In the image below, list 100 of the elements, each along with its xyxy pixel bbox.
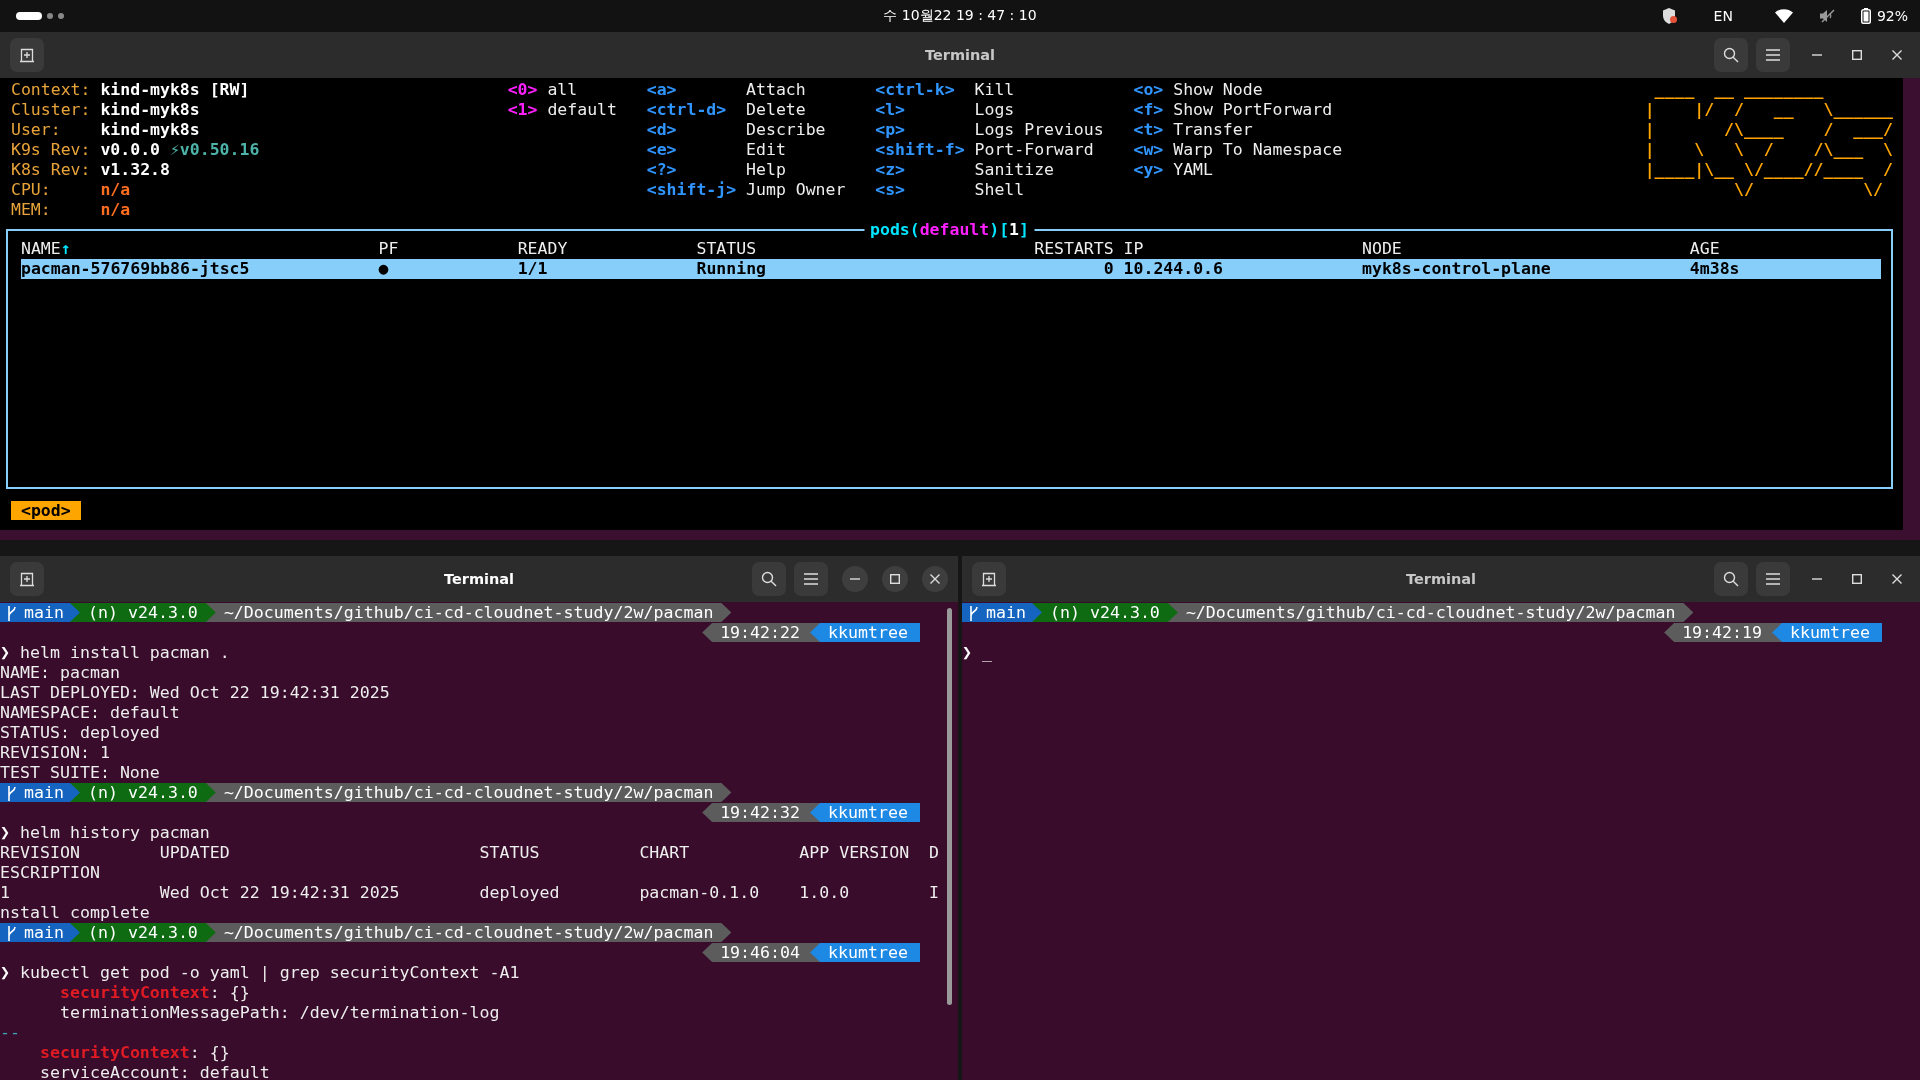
new-tab-icon [981,571,997,587]
close-button[interactable] [922,566,948,592]
table-cell-text: myk8s-control-plane [1362,259,1552,279]
input-source[interactable]: EN [1713,8,1733,24]
user-segment: kkumtree [1772,623,1882,642]
window-title: Terminal [1405,571,1477,587]
hint-action: Transfer [1173,120,1253,140]
search-button[interactable] [1714,562,1748,596]
output-line: STATUS: deployed [0,723,161,743]
battery-icon[interactable] [1860,8,1871,24]
key-hint: <w> [1133,140,1165,160]
maximize-icon [1852,574,1862,584]
output-line: terminationMessagePath: /dev/termination-log [58,1003,501,1023]
new-tab-button[interactable] [10,562,44,596]
column-header[interactable]: RESTARTS [1024,239,1124,259]
table-cell-text: 1/1 [517,259,549,279]
time-segment: 19:46:04 [702,943,821,962]
hint-action: Shell [974,180,1026,200]
scrollbar[interactable] [947,608,952,1005]
cursor: _ [982,643,992,662]
output-line: securityContext: {} [38,1043,231,1063]
namespace-name: all [547,80,578,100]
menu-button[interactable] [794,562,828,596]
hint-action: Help [746,160,787,180]
column-header[interactable]: AGE [1689,239,1881,259]
search-button[interactable] [752,562,786,596]
new-tab-button[interactable] [972,562,1006,596]
speaker-muted-icon[interactable] [1818,8,1835,24]
breadcrumb[interactable]: <pod> [11,501,81,520]
key-hint: <a> [646,80,678,100]
maximize-button[interactable] [882,566,908,592]
info-label: K9s Rev: [11,140,92,160]
output-line: ESCRIPTION [0,863,101,883]
column-header[interactable]: READY [517,239,697,259]
branch-icon [6,784,16,801]
column-header[interactable]: STATUS [696,239,1025,259]
info-label: MEM: [11,200,52,220]
branch-icon [6,924,16,941]
info-value: n/a [100,200,131,220]
info-label: Context: [11,80,92,100]
branch-name: main [24,922,64,943]
menu-icon [804,573,818,585]
time-segment: 19:42:19 [1664,623,1783,642]
command-text: helm history pacman [20,823,210,842]
column-header[interactable]: IP [1123,239,1362,259]
info-label: Cluster: [11,100,92,120]
key-hint: <p> [875,120,906,140]
user-segment: kkumtree [810,623,920,642]
namespace-key: <1> [507,100,548,120]
key-hint: <y> [1133,160,1165,180]
column-header[interactable]: NODE [1362,239,1690,259]
workspace-indicator-icon[interactable] [16,12,64,20]
branch-name: main [24,602,64,623]
user-segment: kkumtree [810,943,920,962]
shield-icon[interactable] [1661,7,1678,25]
branch-icon [6,604,16,621]
key-hint: <shift-f> [875,140,966,160]
new-tab-button[interactable] [10,38,44,72]
runtime-segment: (n) v24.3.0 [69,923,216,942]
minimize-button[interactable] [842,566,868,592]
prompt-symbol: ❯ [0,823,10,842]
user-segment: kkumtree [810,803,920,822]
key-hint: <?> [646,160,678,180]
window-title: Terminal [924,47,996,63]
info-label: CPU: [11,180,52,200]
namespace-name: default [547,100,617,120]
table-cell-text: Running [696,259,767,279]
hint-action: Show Node [1173,80,1263,100]
output-line: 1 Wed Oct 22 19:42:31 2025 deployed pacman-0.1.0 1.0.0 I [0,883,941,903]
column-header[interactable]: NAME↑ [21,239,379,259]
hint-action: Edit [746,140,787,160]
time-segment: 19:42:32 [702,803,821,822]
path-segment: ~/Documents/github/ci-cd-cloudnet-study/2w/pacman [205,603,732,622]
hint-action: Jump Owner [746,180,847,200]
table-row[interactable]: pacman-576769bb86-jtsc5 ● 1/1 Running 0 10.244.0.6 myk8s-control-plane 4m38s [21,259,1881,279]
hint-action: YAML [1173,160,1213,180]
table-cell-text: 4m38s [1689,259,1741,279]
hint-action: Attach [746,80,807,100]
window-title: Terminal [443,571,515,587]
clock[interactable]: 수 10월22 19 : 47 : 10 [883,7,1037,25]
wifi-icon[interactable] [1774,9,1793,23]
search-button[interactable] [1714,38,1748,72]
menu-button[interactable] [1756,562,1790,596]
menu-button[interactable] [1756,38,1790,72]
info-label: User: [11,120,62,140]
key-hint: <e> [646,140,678,160]
branch-name: main [986,602,1026,623]
runtime-segment: (n) v24.3.0 [1031,603,1178,622]
prompt-symbol: ❯ [962,643,972,662]
hint-action: Port-Forward [974,140,1095,160]
close-icon [1892,50,1902,60]
column-header[interactable]: PF [378,239,518,259]
hint-action: Warp To Namespace [1173,140,1343,160]
prompt-symbol: ❯ [0,963,10,982]
ascii-logo: ____ __ ________ | |/ / __ \______ | /\____ / ___/ | \ \ / /\___ \ |____|\__ \/____//____ / \/ \/ [1644,80,1893,201]
output-line: securityContext: {} [58,983,251,1003]
output-line: TEST SUITE: None [0,763,161,783]
branch-name: main [24,782,64,803]
hint-action: Logs [974,100,1016,120]
search-icon [761,571,777,587]
